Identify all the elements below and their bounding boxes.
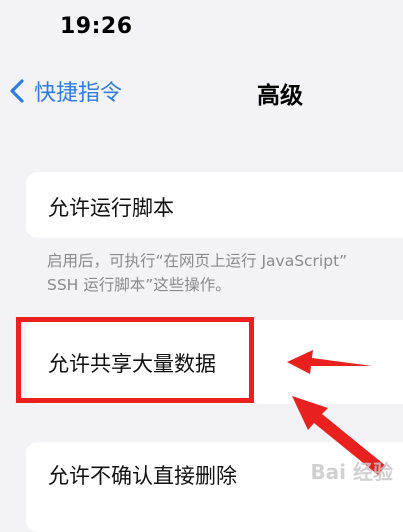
settings-footnote: 启用后，可执行“在网页上运行 JavaScript” SSH 运行脚本”这些操作… xyxy=(47,249,403,297)
chevron-left-icon xyxy=(10,79,24,103)
settings-row-label: 允许运行脚本 xyxy=(48,196,174,220)
highlight-box xyxy=(16,317,254,403)
back-button-label: 快捷指令 xyxy=(34,81,123,106)
status-bar-time: 19:26 xyxy=(60,14,133,39)
footnote-line: 启用后，可执行“在网页上运行 JavaScript” xyxy=(47,252,348,270)
footnote-line: SSH 运行脚本”这些操作。 xyxy=(47,276,231,294)
page-title: 高级 xyxy=(257,83,303,109)
watermark-logo: Bai 经验 xyxy=(310,460,393,484)
settings-row-label: 允许不确认直接删除 xyxy=(48,464,237,488)
settings-row-allow-scripts[interactable]: 允许运行脚本 xyxy=(26,172,403,238)
back-button[interactable]: 快捷指令 xyxy=(10,74,122,108)
